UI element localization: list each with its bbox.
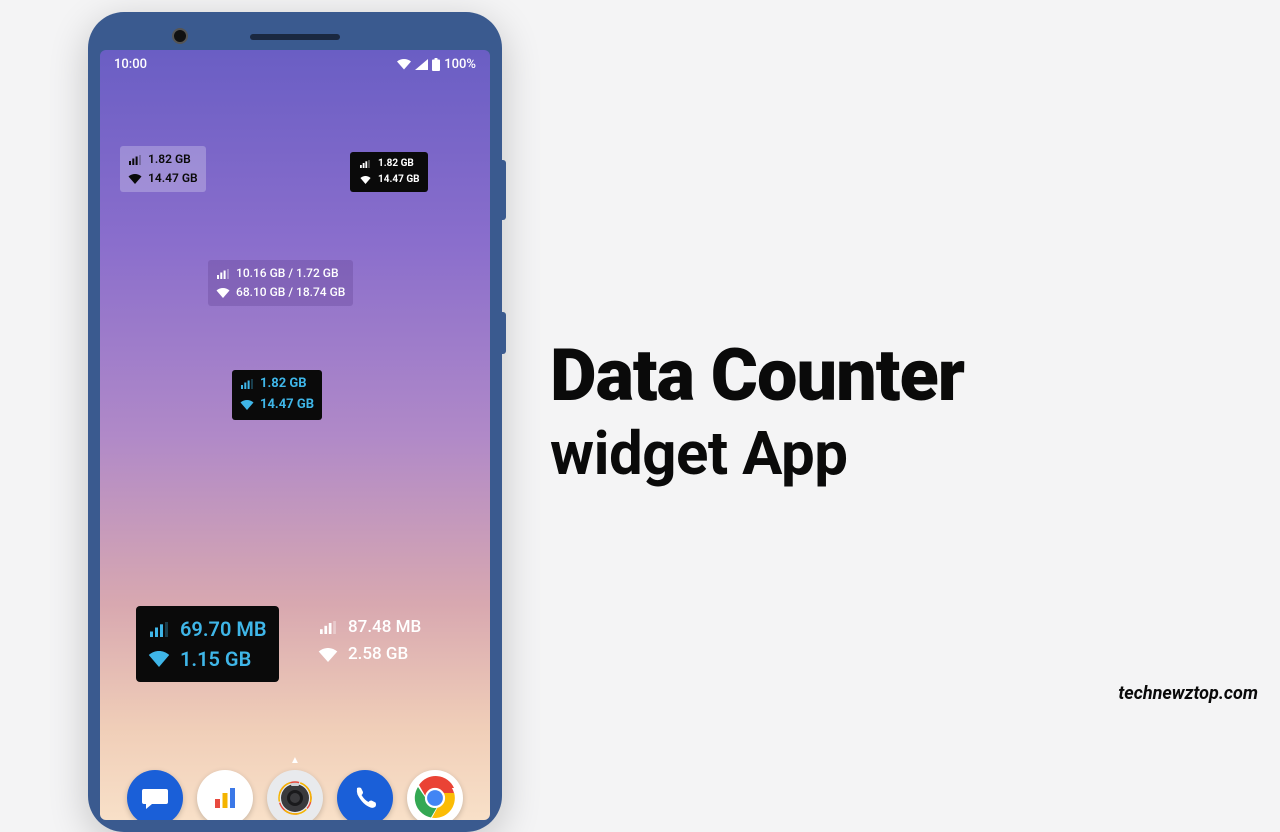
app-phone[interactable] xyxy=(337,770,393,820)
widget-mobile-value: 1.82 GB xyxy=(148,150,191,169)
widget-mobile-value: 69.70 MB xyxy=(180,614,267,644)
wifi-icon xyxy=(318,648,338,662)
dock-indicator-icon: ▲ xyxy=(290,755,300,766)
app-camera[interactable] xyxy=(267,770,323,820)
signal-icon xyxy=(415,59,428,70)
status-time: 10:00 xyxy=(114,57,147,72)
dock xyxy=(100,770,490,820)
wifi-icon xyxy=(216,288,230,298)
camera-icon xyxy=(172,28,188,44)
signal-icon xyxy=(128,155,142,165)
status-right: 100% xyxy=(397,57,476,72)
widget-wifi-value: 68.10 GB / 18.74 GB xyxy=(236,283,345,302)
widget-mobile-value: 87.48 MB xyxy=(348,614,421,641)
battery-icon xyxy=(432,58,440,71)
phone-side-button-2 xyxy=(502,312,506,354)
widget-wifi-value: 14.47 GB xyxy=(260,395,314,416)
app-chrome[interactable] xyxy=(407,770,463,820)
signal-icon xyxy=(148,622,170,637)
phone-screen: 10:00 100% 1.82 GB xyxy=(100,50,490,820)
status-bar: 10:00 100% xyxy=(100,50,490,78)
widget-wifi-value: 1.15 GB xyxy=(180,644,251,674)
signal-icon xyxy=(240,379,254,389)
speaker-grille xyxy=(250,34,340,40)
wifi-icon xyxy=(128,174,142,184)
widget-mobile-value: 1.82 GB xyxy=(378,156,414,172)
wifi-icon xyxy=(358,176,372,184)
widget-wifi-value: 2.58 GB xyxy=(348,641,408,668)
widget-wifi-value: 14.47 GB xyxy=(148,169,198,188)
widget-mobile-value: 10.16 GB / 1.72 GB xyxy=(236,264,339,283)
signal-icon xyxy=(216,269,230,279)
title-block: Data Counter widget App xyxy=(550,338,964,489)
title-line-2: widget App xyxy=(550,418,964,489)
title-line-1: Data Counter xyxy=(550,338,964,414)
phone-side-button xyxy=(502,160,506,220)
signal-icon xyxy=(318,621,338,634)
widget-mobile-value: 1.82 GB xyxy=(260,374,307,395)
app-messages[interactable] xyxy=(127,770,183,820)
phone-bezel-top xyxy=(100,24,490,50)
data-widget-dark-small[interactable]: 1.82 GB 14.47 GB xyxy=(350,152,428,192)
phone-frame: 10:00 100% 1.82 GB xyxy=(88,12,502,832)
status-battery-text: 100% xyxy=(444,57,476,72)
widget-wifi-value: 14.47 GB xyxy=(378,172,420,188)
signal-icon xyxy=(358,160,372,168)
wifi-icon xyxy=(148,651,170,667)
data-widget-purple[interactable]: 10.16 GB / 1.72 GB 68.10 GB / 18.74 GB xyxy=(208,260,353,306)
data-widget-light[interactable]: 1.82 GB 14.47 GB xyxy=(120,146,206,192)
app-stats[interactable] xyxy=(197,770,253,820)
data-widget-plain-white[interactable]: 87.48 MB 2.58 GB xyxy=(310,610,429,672)
wifi-icon xyxy=(240,400,254,410)
data-widget-large-cyan[interactable]: 69.70 MB 1.15 GB xyxy=(136,606,279,682)
wifi-icon xyxy=(397,59,411,70)
watermark: technewztop.com xyxy=(1118,683,1258,704)
data-widget-cyan[interactable]: 1.82 GB 14.47 GB xyxy=(232,370,322,420)
